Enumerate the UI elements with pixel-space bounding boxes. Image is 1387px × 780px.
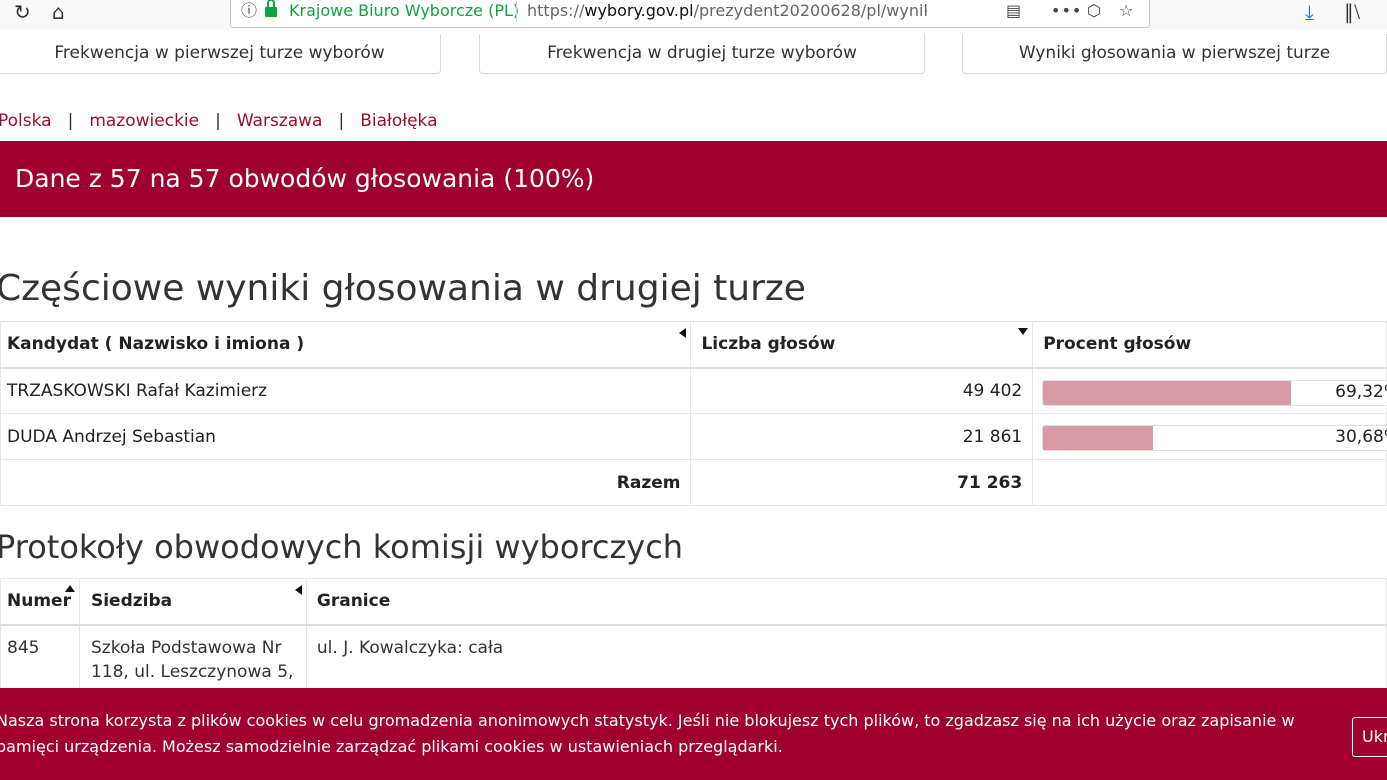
tab-turnout-first-round[interactable]: Frekwencja w pierwszej turze wyborów	[0, 34, 441, 74]
protocols-title: Protokoły obwodowych komisji wyborczych	[0, 528, 684, 566]
breadcrumb-separator: |	[215, 111, 221, 131]
lock-icon	[265, 0, 277, 18]
url-bar[interactable]: ⓘ Krajowe Biuro Wyborcze (PL) https://wy…	[230, 0, 1150, 28]
download-icon[interactable]: ⤓	[1305, 0, 1314, 24]
column-header-label: Granice	[316, 591, 391, 612]
cookie-banner: Nasza strona korzysta z plików cookies w…	[0, 688, 1387, 780]
browser-toolbar: ↻ ⌂ ⓘ Krajowe Biuro Wyborcze (PL) https:…	[0, 0, 1387, 30]
column-header-label: Kandydat ( Nazwisko i imiona )	[7, 334, 305, 355]
breadcrumb: Polska | mazowieckie | Warszawa | Białołęka	[0, 108, 438, 134]
library-icon[interactable]: ∥⧵	[1344, 0, 1360, 24]
protocols-table: Numer Siedziba Granice 845 Szkoła Podsta…	[0, 578, 1387, 695]
url-text[interactable]: https://wybory.gov.pl/prezydent20200628/…	[527, 0, 927, 27]
breadcrumb-item-warszawa[interactable]: Warszawa	[237, 111, 323, 131]
total-label: Razem	[0, 459, 692, 506]
column-header-votes[interactable]: Liczba głosów	[690, 321, 1034, 369]
percent-bar-fill	[1043, 380, 1292, 405]
sort-up-icon[interactable]	[64, 585, 75, 592]
cookie-message: Nasza strona korzysta z plików cookies w…	[0, 711, 1295, 756]
star-icon[interactable]: ☆	[1119, 0, 1133, 27]
column-header-label: Siedziba	[90, 591, 173, 612]
column-header-label: Numer	[7, 591, 71, 612]
info-icon[interactable]: ⓘ	[241, 0, 257, 27]
url-divider	[516, 2, 517, 22]
column-header-location[interactable]: Siedziba	[78, 578, 307, 626]
candidate-name: TRZASKOWSKI Rafał Kazimierz	[0, 367, 692, 414]
total-votes: 71 263	[690, 459, 1034, 506]
home-icon[interactable]: ⌂	[52, 0, 65, 24]
more-icon[interactable]: •••	[1051, 0, 1082, 27]
total-percent-empty	[1032, 459, 1387, 506]
candidate-name: DUDA Andrzej Sebastian	[0, 413, 692, 460]
table-header-row: Numer Siedziba Granice	[0, 578, 1387, 626]
breadcrumb-item-mazowieckie[interactable]: mazowieckie	[89, 111, 199, 131]
page: ↻ ⌂ ⓘ Krajowe Biuro Wyborcze (PL) https:…	[0, 0, 1387, 780]
breadcrumb-item-bialoleka[interactable]: Białołęka	[360, 111, 437, 131]
tab-turnout-second-round[interactable]: Frekwencja w drugiej turze wyborów	[479, 34, 925, 74]
protocol-location: Szkoła Podstawowa Nr 118, ul. Leszczynow…	[78, 624, 307, 695]
sort-left-icon[interactable]	[679, 328, 687, 338]
protocol-boundaries: ul. J. Kowalczyka: cała	[305, 624, 1387, 695]
candidate-percent: 30,68%	[1032, 413, 1387, 460]
candidate-votes: 49 402	[690, 367, 1034, 414]
percent-value: 69,32%	[1335, 381, 1387, 402]
column-header-percent[interactable]: Procent głosów	[1032, 321, 1387, 369]
breadcrumb-separator: |	[67, 111, 74, 131]
pocket-icon[interactable]: ⬡	[1087, 0, 1101, 27]
table-row: DUDA Andrzej Sebastian 21 861 30,68%	[0, 413, 1387, 460]
url-path: /prezydent20200628/pl/wyniki/2/gm	[693, 1, 927, 20]
reader-icon[interactable]: ▤	[1006, 0, 1021, 27]
results-title: Częściowe wyniki głosowania w drugiej tu…	[0, 268, 806, 309]
url-prefix: https://	[527, 1, 585, 20]
total-row: Razem 71 263	[0, 459, 1387, 506]
cookie-hide-button[interactable]: Ukryj	[1352, 717, 1387, 757]
percent-bar-fill	[1043, 426, 1154, 450]
sort-down-icon[interactable]	[1018, 328, 1029, 335]
results-table: Kandydat ( Nazwisko i imiona ) Liczba gł…	[0, 321, 1387, 506]
sort-left-icon[interactable]	[294, 585, 302, 595]
column-header-boundaries[interactable]: Granice	[305, 578, 1387, 626]
site-identity[interactable]: Krajowe Biuro Wyborcze (PL)	[289, 0, 519, 27]
percent-value: 30,68%	[1335, 427, 1387, 447]
table-row: TRZASKOWSKI Rafał Kazimierz 49 402 69,32…	[0, 367, 1387, 414]
url-host: wybory.gov.pl	[584, 1, 694, 20]
reload-icon[interactable]: ↻	[14, 0, 31, 24]
column-header-label: Procent głosów	[1043, 334, 1192, 355]
breadcrumb-separator: |	[338, 111, 345, 131]
candidate-votes: 21 861	[690, 413, 1034, 460]
column-header-number[interactable]: Numer	[0, 578, 80, 626]
protocol-number[interactable]: 845	[0, 624, 80, 695]
table-row[interactable]: 845 Szkoła Podstawowa Nr 118, ul. Leszcz…	[0, 624, 1387, 695]
breadcrumb-item-polska[interactable]: Polska	[0, 111, 52, 131]
tab-results-first-round[interactable]: Wyniki głosowania w pierwszej turze	[962, 34, 1387, 74]
table-header-row: Kandydat ( Nazwisko i imiona ) Liczba gł…	[0, 321, 1387, 369]
column-header-candidate[interactable]: Kandydat ( Nazwisko i imiona )	[0, 321, 692, 369]
candidate-percent: 69,32%	[1032, 367, 1387, 414]
data-coverage-banner: Dane z 57 na 57 obwodów głosowania (100%…	[0, 141, 1387, 217]
column-header-label: Liczba głosów	[701, 334, 836, 355]
